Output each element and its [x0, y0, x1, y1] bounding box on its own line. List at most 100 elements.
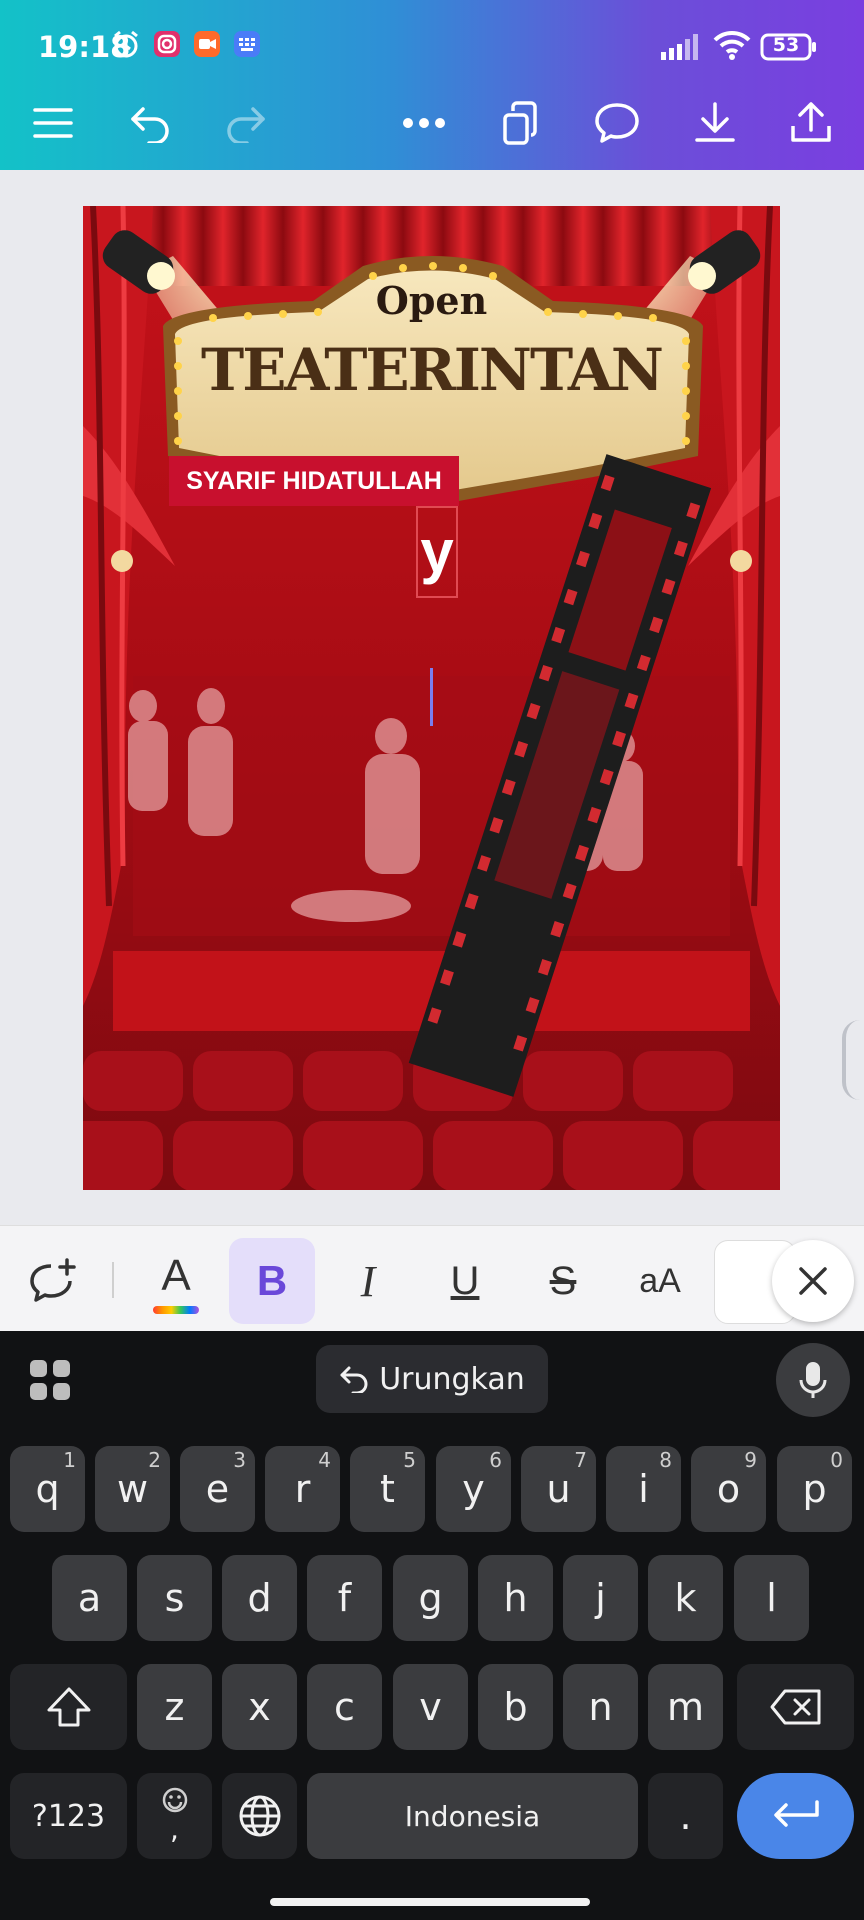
period-key[interactable]: . — [648, 1773, 723, 1859]
symbols-key[interactable]: ?123 — [10, 1773, 127, 1859]
key-k[interactable]: k — [648, 1555, 723, 1641]
redo-button[interactable] — [210, 88, 280, 158]
bold-button[interactable]: B — [229, 1238, 315, 1324]
emoji-comma-key[interactable]: , — [137, 1773, 212, 1859]
language-key[interactable] — [222, 1773, 297, 1859]
key-label: t — [380, 1467, 395, 1511]
text-color-letter: A — [161, 1251, 191, 1300]
key-label: r — [294, 1467, 311, 1511]
key-z[interactable]: z — [137, 1664, 212, 1750]
video-app-icon — [193, 30, 221, 62]
shift-icon — [47, 1687, 90, 1727]
sign-subtitle-open: Open — [375, 278, 488, 323]
key-n[interactable]: n — [563, 1664, 638, 1750]
key-hint: 5 — [403, 1448, 416, 1472]
menu-button[interactable] — [18, 88, 88, 158]
share-button[interactable] — [776, 88, 846, 158]
curtain-tieback-left — [111, 550, 133, 572]
key-label: ?123 — [31, 1798, 106, 1834]
home-indicator[interactable] — [270, 1898, 590, 1906]
undo-button[interactable] — [116, 88, 186, 158]
apps-grid-button[interactable] — [28, 1358, 72, 1406]
key-d[interactable]: d — [222, 1555, 297, 1641]
key-s[interactable]: s — [137, 1555, 212, 1641]
key-hint: 2 — [148, 1448, 161, 1472]
key-hint: 1 — [63, 1448, 76, 1472]
key-x[interactable]: x — [222, 1664, 297, 1750]
key-a[interactable]: a — [52, 1555, 127, 1641]
typed-text: y — [420, 518, 454, 585]
download-icon — [695, 102, 735, 142]
comment-button[interactable] — [582, 88, 652, 158]
comment-icon — [595, 103, 639, 143]
voice-input-button[interactable] — [776, 1343, 850, 1417]
apps-grid-icon — [30, 1360, 70, 1400]
poster-design[interactable]: Open TEATERINTAN SYARIF HIDATULLAH y — [83, 206, 780, 1190]
selected-text-box[interactable]: y — [416, 506, 458, 598]
space-key[interactable]: Indonesia — [307, 1773, 638, 1859]
microphone-icon — [799, 1362, 827, 1398]
key-b[interactable]: b — [478, 1664, 553, 1750]
close-format-bar-button[interactable] — [772, 1240, 854, 1322]
backspace-key[interactable] — [737, 1664, 854, 1750]
battery-level: 53 — [772, 34, 800, 56]
pages-icon — [503, 101, 537, 145]
key-o[interactable]: o9 — [691, 1446, 766, 1532]
more-button[interactable] — [389, 88, 459, 158]
key-c[interactable]: c — [307, 1664, 382, 1750]
text-case-button[interactable]: aA — [617, 1238, 703, 1324]
key-y[interactable]: y6 — [436, 1446, 511, 1532]
key-q[interactable]: q1 — [10, 1446, 85, 1532]
key-r[interactable]: r4 — [265, 1446, 340, 1532]
key-v[interactable]: v — [393, 1664, 468, 1750]
pages-button[interactable] — [486, 88, 556, 158]
key-label: e — [205, 1467, 230, 1511]
enter-key[interactable] — [737, 1773, 854, 1859]
key-w[interactable]: w2 — [95, 1446, 170, 1532]
key-u[interactable]: u7 — [521, 1446, 596, 1532]
key-label: u — [546, 1467, 571, 1511]
key-label: l — [766, 1576, 777, 1620]
key-label: j — [595, 1576, 606, 1620]
key-label: f — [337, 1576, 352, 1620]
key-label: . — [679, 1794, 692, 1838]
name-label-text: SYARIF HIDATULLAH — [186, 466, 442, 495]
text-color-button[interactable]: A — [133, 1238, 219, 1324]
key-p[interactable]: p0 — [777, 1446, 852, 1532]
key-g[interactable]: g — [393, 1555, 468, 1641]
redo-icon — [227, 107, 265, 143]
key-h[interactable]: h — [478, 1555, 553, 1641]
key-f[interactable]: f — [307, 1555, 382, 1641]
key-e[interactable]: e3 — [180, 1446, 255, 1532]
key-hint: 4 — [318, 1448, 331, 1472]
magic-write-button[interactable] — [10, 1238, 96, 1324]
italic-button[interactable]: I — [325, 1238, 411, 1324]
name-label-box[interactable]: SYARIF HIDATULLAH — [169, 456, 459, 506]
key-label: x — [248, 1685, 271, 1729]
share-icon — [791, 102, 831, 142]
key-label: h — [503, 1576, 528, 1620]
emoji-icon — [162, 1787, 187, 1812]
shift-key[interactable] — [10, 1664, 127, 1750]
side-panel-handle[interactable] — [842, 1020, 860, 1100]
enter-icon — [773, 1800, 819, 1827]
underline-button[interactable]: U — [422, 1238, 508, 1324]
underline-label: U — [450, 1258, 480, 1303]
key-label: p — [802, 1467, 827, 1511]
strikethrough-label: S — [549, 1258, 577, 1303]
key-j[interactable]: j — [563, 1555, 638, 1641]
key-label: c — [334, 1685, 355, 1729]
more-icon — [403, 118, 445, 128]
key-label: b — [503, 1685, 528, 1729]
key-m[interactable]: m — [648, 1664, 723, 1750]
editor-toolbar — [0, 88, 864, 168]
key-label: Indonesia — [404, 1799, 541, 1833]
key-i[interactable]: i8 — [606, 1446, 681, 1532]
menu-icon — [33, 108, 73, 138]
key-l[interactable]: l — [734, 1555, 809, 1641]
key-t[interactable]: t5 — [350, 1446, 425, 1532]
text-case-label: aA — [639, 1261, 681, 1300]
strikethrough-button[interactable]: S — [520, 1238, 606, 1324]
download-button[interactable] — [680, 88, 750, 158]
undo-suggestion-button[interactable]: Urungkan — [316, 1345, 548, 1413]
